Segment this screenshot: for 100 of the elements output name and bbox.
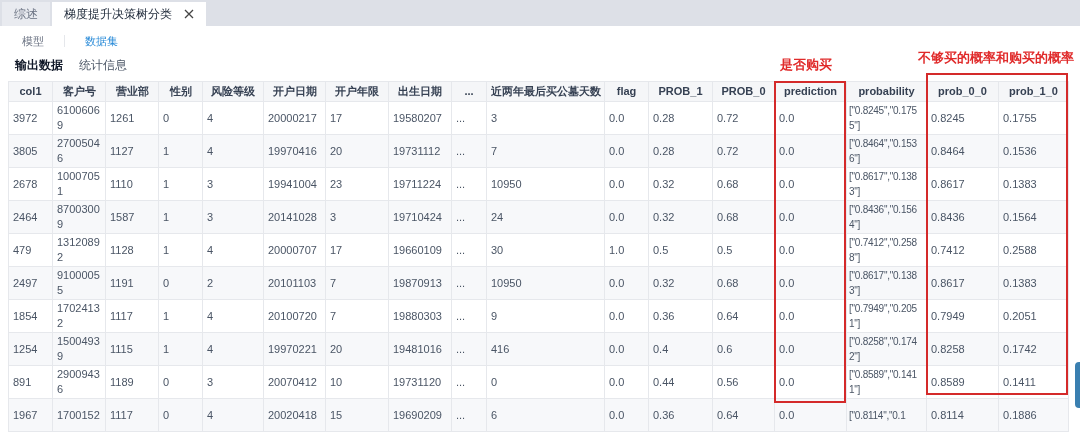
table-cell: 20101103	[268, 276, 317, 289]
table-cell: 7	[330, 276, 337, 289]
table-cell: 0.1383	[1003, 276, 1037, 289]
column-header[interactable]: PROB_1	[648, 81, 713, 102]
table-cell: 3	[330, 210, 337, 223]
table-cell: 0.56	[717, 375, 739, 388]
table-cell: 0.0	[609, 177, 625, 190]
table-cell: 1127	[110, 144, 134, 157]
close-icon[interactable]	[184, 9, 194, 19]
table-cell: ...	[456, 408, 466, 421]
table-cell: 0.0	[779, 375, 795, 388]
table-cell: ["0.8114","0.1	[849, 409, 906, 421]
table-cell: 0.7412	[931, 243, 965, 256]
column-header[interactable]: 风险等级	[202, 81, 264, 102]
annotation-label: 不够买的概率和购买的概率	[918, 49, 1074, 67]
table-cell: 0.7949	[931, 309, 965, 322]
column-header[interactable]: 客户号	[52, 81, 106, 102]
table-cell: 0.8589	[931, 375, 965, 388]
column-header[interactable]: prob_0_0	[926, 81, 999, 102]
table-cell: 0	[163, 276, 170, 289]
sub-tab[interactable]: 模型	[14, 32, 52, 50]
table-cell: 19690209	[393, 408, 442, 421]
table-cell: 13120892	[57, 236, 100, 263]
column-header[interactable]: 开户年限	[325, 81, 389, 102]
column-header[interactable]: prob_1_0	[998, 81, 1069, 102]
table-cell: 17024132	[57, 302, 100, 329]
table-cell: 0.0	[609, 210, 625, 223]
table-cell: 19970221	[268, 342, 317, 355]
column-header[interactable]: 出生日期	[388, 81, 452, 102]
table-cell: 1115	[110, 342, 133, 355]
column-header[interactable]: prediction	[774, 81, 847, 102]
column-header[interactable]: ...	[451, 81, 487, 102]
table-cell: ["0.8617","0.1383"]	[849, 171, 917, 197]
table-cell: 0.1564	[1003, 210, 1037, 223]
table-cell: 20	[330, 144, 343, 157]
scrollbar-thumb[interactable]	[1075, 362, 1080, 408]
table-cell: 0.1536	[1003, 144, 1037, 157]
table-cell: 20000217	[268, 111, 317, 124]
table-cell: 15	[330, 408, 343, 421]
table-cell: 20141028	[268, 210, 317, 223]
table-cell: 0	[163, 111, 170, 124]
section-tab[interactable]: 输出数据	[15, 56, 63, 74]
table-cell: 19731112	[393, 144, 441, 157]
section-tab[interactable]: 统计信息	[79, 56, 127, 74]
table-cell: 0.5	[717, 243, 733, 256]
table-cell: 0	[163, 408, 170, 421]
table-cell: 1117	[110, 408, 133, 421]
sub-tab[interactable]: 数据集	[77, 32, 126, 50]
table-cell: 1	[163, 144, 170, 157]
column-header[interactable]: flag	[604, 81, 649, 102]
column-header[interactable]: PROB_0	[712, 81, 775, 102]
table-cell: ...	[456, 309, 466, 322]
table-cell: 1	[163, 210, 170, 223]
table-cell: 27005046	[57, 137, 100, 164]
column-header[interactable]: 性别	[158, 81, 203, 102]
column-header[interactable]: 营业部	[105, 81, 159, 102]
table-cell: 1	[163, 177, 170, 190]
table-cell: 4	[207, 243, 214, 256]
table-cell: 3	[207, 210, 214, 223]
table-cell: 0.36	[653, 408, 675, 421]
table-cell: 0.1411	[1003, 375, 1036, 388]
table-cell: 29009436	[57, 368, 100, 395]
table-cell: 1117	[110, 309, 133, 322]
table-cell: 0.8258	[931, 342, 965, 355]
tab[interactable]: 梯度提升决策树分类	[52, 2, 206, 26]
table-cell: 1854	[13, 309, 38, 322]
table-cell: 0.28	[653, 111, 675, 124]
table-cell: ...	[456, 111, 466, 124]
table-cell: 19710424	[393, 210, 442, 223]
table-cell: 20020418	[268, 408, 317, 421]
table-cell: 0.32	[653, 177, 675, 190]
table-cell: 0.0	[609, 111, 625, 124]
table-cell: 2	[207, 276, 214, 289]
column-header[interactable]: 开户日期	[263, 81, 326, 102]
table-cell: ...	[456, 177, 466, 190]
table-cell: ["0.7949","0.2051"]	[849, 303, 917, 329]
table-cell: 2497	[13, 276, 38, 289]
column-header[interactable]: col1	[8, 81, 53, 102]
table-cell: 20070412	[268, 375, 317, 388]
table-cell: 1189	[110, 375, 134, 388]
table-cell: 0.8617	[931, 276, 965, 289]
column-header[interactable]: probability	[846, 81, 927, 102]
tab[interactable]: 综述	[2, 2, 50, 26]
table-cell: 0.64	[717, 309, 739, 322]
table-cell: ...	[456, 375, 466, 388]
table-cell: 1	[163, 243, 170, 256]
table-cell: 0.8114	[931, 408, 964, 421]
table-cell: 24	[491, 210, 504, 223]
table-cell: 4	[207, 309, 214, 322]
table-cell: 0.1755	[1003, 111, 1037, 124]
table-cell: 0.0	[609, 375, 625, 388]
table-cell: 0.0	[609, 342, 625, 355]
table-cell: 0.8617	[931, 177, 965, 190]
column-header[interactable]: 近两年最后买公墓天数	[486, 81, 605, 102]
table-cell: 10950	[491, 177, 522, 190]
table-cell: 0.0	[779, 177, 795, 190]
table-cell: 1	[163, 309, 170, 322]
table-cell: ["0.8464","0.1536"]	[849, 138, 917, 164]
table-cell: 0.8245	[931, 111, 965, 124]
table-cell: 1.0	[609, 243, 625, 256]
